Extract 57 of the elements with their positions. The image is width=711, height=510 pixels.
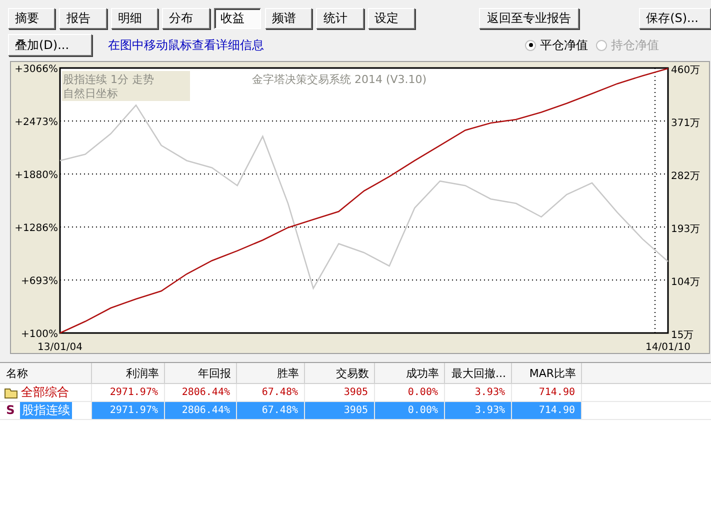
y-axis-label: +1880% [14, 170, 58, 181]
y-axis-label: +100% [21, 329, 58, 340]
folder-icon [4, 386, 18, 398]
tab[interactable]: 收益 [214, 8, 261, 29]
column-header[interactable]: 胜率 [237, 363, 305, 383]
table-cell-text: 2806.44% [182, 386, 230, 400]
tab[interactable]: 分布 [162, 8, 210, 29]
tab[interactable]: 摘要 [8, 8, 56, 29]
back-to-report-button[interactable]: 返回至专业报告 [479, 8, 580, 29]
x-axis-label: 14/01/10 [646, 342, 690, 353]
table-cell-text: 2971.97% [110, 386, 158, 400]
y-axis-label: +1286% [14, 223, 58, 234]
table-cell-text: 3.93% [474, 386, 505, 400]
save-button[interactable]: 保存(S)... [639, 8, 711, 29]
table-cell-text: 714.90 [538, 404, 575, 418]
right-axis-label: 371万 [671, 118, 700, 129]
tab[interactable]: 明细 [110, 8, 158, 29]
column-header[interactable]: 交易数 [305, 363, 375, 383]
y-axis-label: +693% [21, 276, 58, 288]
table-cell-text: 67.48% [262, 404, 298, 418]
table-cell-text: 2971.97% [110, 404, 158, 418]
column-header[interactable]: 年回报 [165, 363, 237, 383]
right-axis-label: 460万 [671, 65, 700, 76]
tab[interactable]: 频谱 [264, 8, 312, 29]
column-header[interactable]: MAR比率 [512, 363, 582, 383]
table-cell-text: 67.48% [262, 386, 298, 400]
right-axis-label: 282万 [671, 171, 700, 182]
tab[interactable]: 设定 [368, 8, 415, 29]
overlay-button[interactable]: 叠加(D)... [8, 34, 92, 56]
table-cell-text: 714.90 [538, 386, 575, 400]
chart-caption: 股指连续 1分 走势 [63, 73, 154, 86]
column-header[interactable]: 最大回撤... [445, 363, 512, 383]
right-axis-label: 193万 [671, 224, 700, 235]
tab[interactable]: 统计 [316, 8, 364, 29]
table-cell-text: 0.00% [408, 404, 438, 418]
table-cell-text: 0.00% [408, 386, 438, 400]
table-cell-text: 3905 [344, 386, 368, 400]
y-axis-label: +2473% [14, 116, 58, 128]
strategy-letter: S [5, 402, 16, 419]
chart-caption: 自然日坐标 [63, 87, 118, 100]
table-cell-text: 2806.44% [182, 404, 230, 418]
column-header[interactable]: 利润率 [92, 363, 165, 383]
column-header[interactable]: 名称 [0, 363, 92, 383]
table-cell: 股指连续 [20, 402, 72, 419]
tab[interactable]: 报告 [59, 8, 107, 29]
radio-option[interactable]: 平仓净值 [525, 36, 588, 54]
column-header[interactable]: 成功率 [375, 363, 445, 383]
y-axis-label: +3066% [14, 64, 58, 75]
table-cell-text: 3905 [344, 404, 368, 418]
table-cell-text: 3.93% [474, 404, 505, 418]
right-axis-label: 104万 [671, 277, 700, 288]
table-cell: 全部综合 [21, 384, 69, 401]
x-axis-label: 13/01/04 [38, 342, 82, 353]
chart-watermark-text: 金字塔决策交易系统 2014 (V3.10) [252, 73, 427, 86]
hint-text: 在图中移动鼠标查看详细信息 [108, 36, 264, 54]
right-axis-label: 15万 [671, 330, 694, 341]
table-row[interactable]: S 股指连续 2971.97% 2806.44% 67.48% 3905 0.00% 3.93% 714.90 [0, 402, 711, 420]
